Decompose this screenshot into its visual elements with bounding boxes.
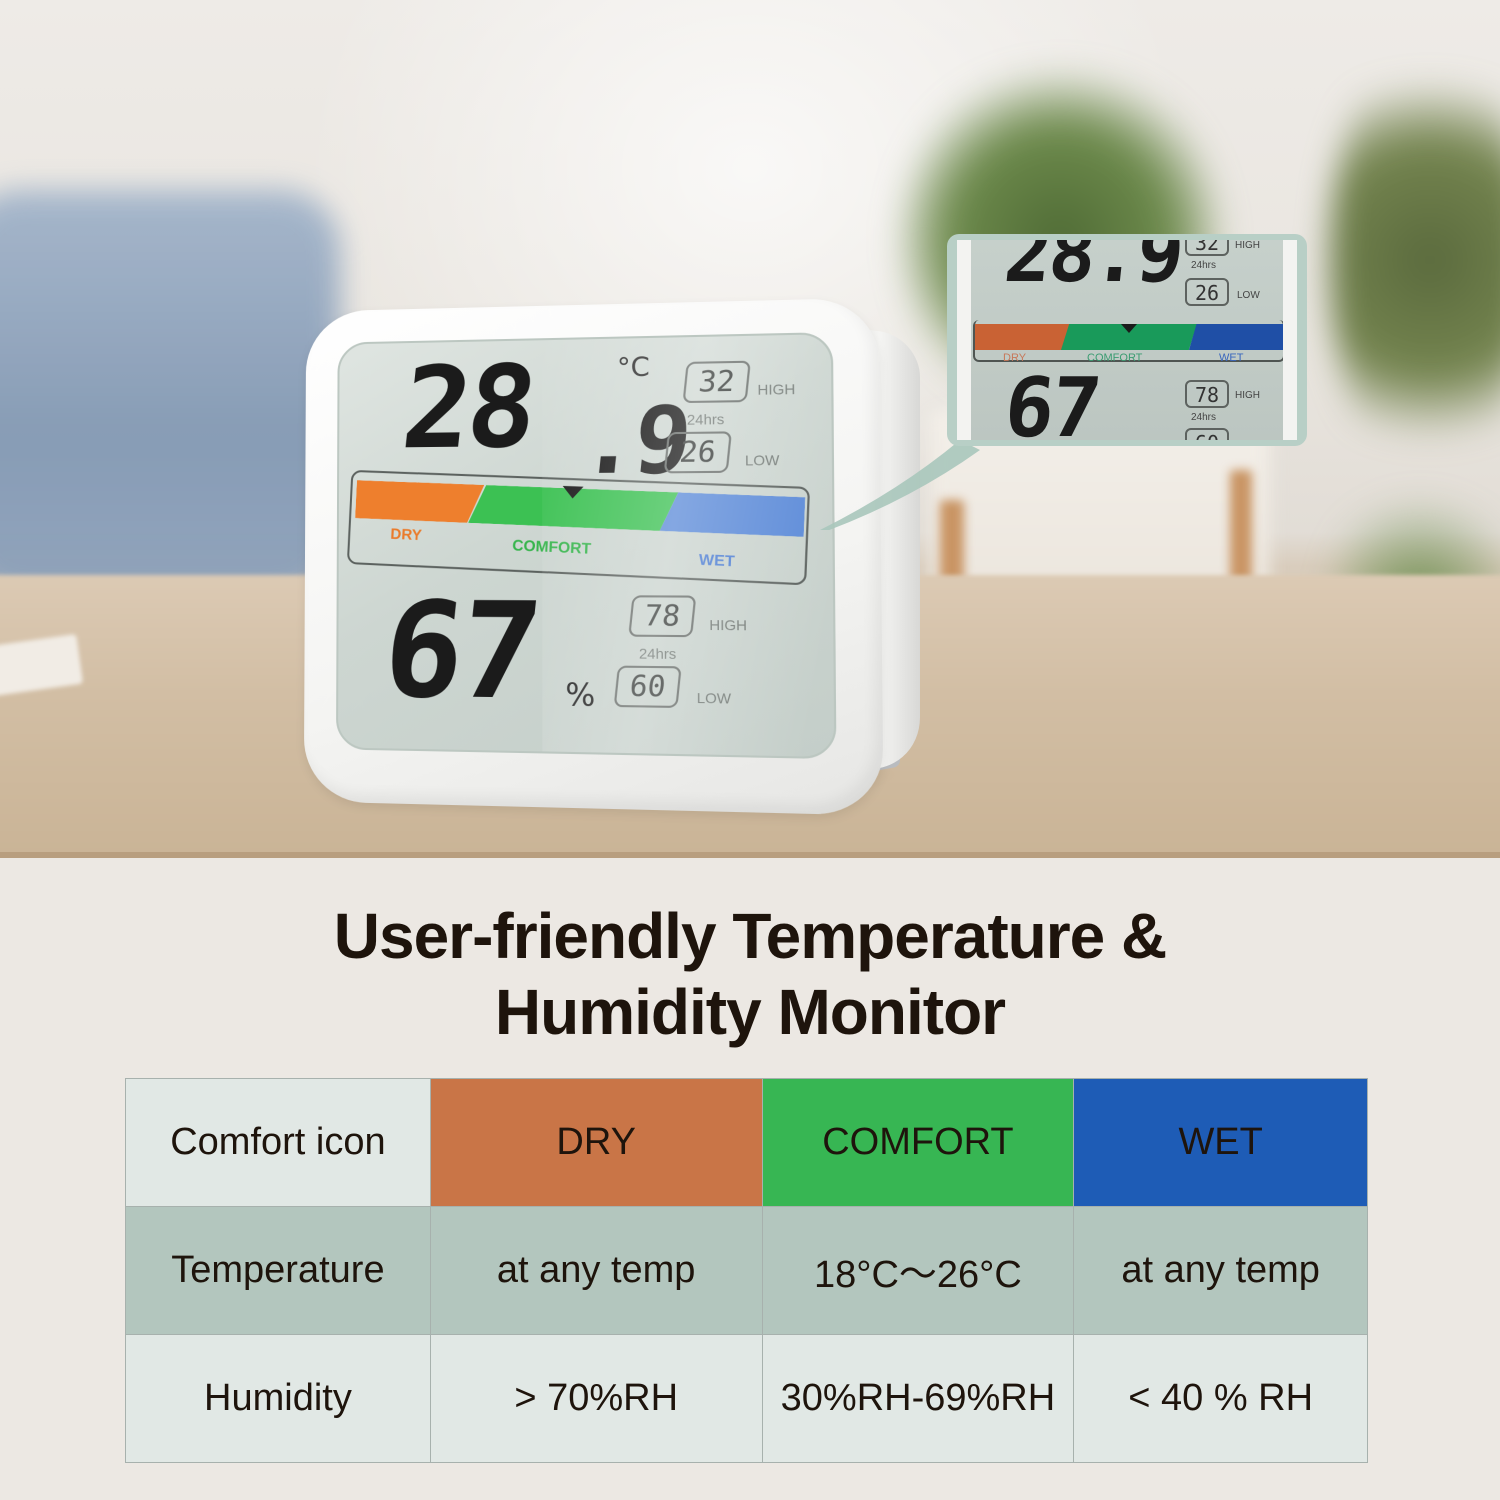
lcd-screen: 28 .9 °C 32 HIGH 24hrs 26 LOW DRY COMFOR… bbox=[335, 332, 837, 760]
table-row-temperature: Temperature at any temp 18°C～26°C at any… bbox=[125, 1206, 1368, 1335]
table-edge bbox=[0, 852, 1500, 858]
screen-reflection bbox=[542, 332, 837, 760]
table-header-row: Comfort icon DRY COMFORT WET bbox=[125, 1078, 1368, 1207]
inset-label-wet: WET bbox=[1219, 352, 1244, 364]
zoom-inset-screen: 28.9 32 HIGH 24hrs 26 LOW DRY COMFORT WE… bbox=[957, 240, 1297, 440]
blurred-sofa bbox=[0, 190, 340, 600]
comfort-comparison-table: Comfort icon DRY COMFORT WET Temperature… bbox=[125, 1078, 1368, 1463]
row-label-comfort-icon: Comfort icon bbox=[125, 1078, 431, 1207]
inset-temp-high-label: HIGH bbox=[1235, 240, 1260, 251]
cell-temperature-dry: at any temp bbox=[429, 1206, 763, 1335]
inset-humidity-period-label: 24hrs bbox=[1191, 412, 1217, 423]
inset-humidity-high-value: 78 bbox=[1185, 380, 1229, 408]
inset-humidity-low-value: 60 bbox=[1185, 428, 1229, 440]
headline-line-1: User-friendly Temperature & bbox=[333, 900, 1168, 972]
column-header-wet: WET bbox=[1073, 1078, 1368, 1207]
inset-temp-low-value: 26 bbox=[1185, 278, 1229, 306]
blurred-plant bbox=[1330, 30, 1500, 490]
zoom-inset: 28.9 32 HIGH 24hrs 26 LOW DRY COMFORT WE… bbox=[947, 234, 1307, 446]
cell-humidity-comfort: 30%RH-69%RH bbox=[761, 1334, 1075, 1463]
cell-temperature-wet: at any temp bbox=[1073, 1206, 1368, 1335]
comfort-band-dry bbox=[355, 480, 484, 523]
comfort-label-dry: DRY bbox=[390, 525, 423, 545]
inset-temp-low-label: LOW bbox=[1237, 290, 1260, 301]
column-header-dry: DRY bbox=[429, 1078, 763, 1207]
table-row-humidity: Humidity > 70%RH 30%RH-69%RH < 40 % RH bbox=[125, 1334, 1368, 1463]
headline-line-2: Humidity Monitor bbox=[494, 976, 1006, 1048]
cell-humidity-wet: < 40 % RH bbox=[1073, 1334, 1368, 1463]
inset-temperature-reading: 28.9 bbox=[1000, 240, 1186, 300]
inset-temp-period-label: 24hrs bbox=[1191, 260, 1217, 271]
cell-temperature-comfort: 18°C～26°C bbox=[761, 1206, 1075, 1335]
inset-band-wet bbox=[1189, 324, 1283, 350]
inset-band-dry bbox=[975, 324, 1071, 350]
temperature-reading: 28 bbox=[396, 341, 540, 475]
cell-humidity-dry: > 70%RH bbox=[429, 1334, 763, 1463]
headline: User-friendly Temperature & Humidity Mon… bbox=[0, 898, 1500, 1050]
inset-humidity-high-label: HIGH bbox=[1235, 390, 1260, 401]
row-label-temperature: Temperature bbox=[125, 1206, 431, 1335]
humidity-reading: 67 bbox=[376, 573, 545, 730]
row-label-humidity: Humidity bbox=[125, 1334, 431, 1463]
inset-temp-high-value: 32 bbox=[1185, 240, 1229, 256]
column-header-comfort: COMFORT bbox=[761, 1078, 1075, 1207]
inset-pointer-icon bbox=[1121, 324, 1137, 333]
thermometer-hygrometer-device: 28 .9 °C 32 HIGH 24hrs 26 LOW DRY COMFOR… bbox=[303, 297, 884, 816]
product-photo: 28 .9 °C 32 HIGH 24hrs 26 LOW DRY COMFOR… bbox=[0, 0, 1500, 858]
inset-humidity-reading: 67 bbox=[1000, 361, 1103, 440]
